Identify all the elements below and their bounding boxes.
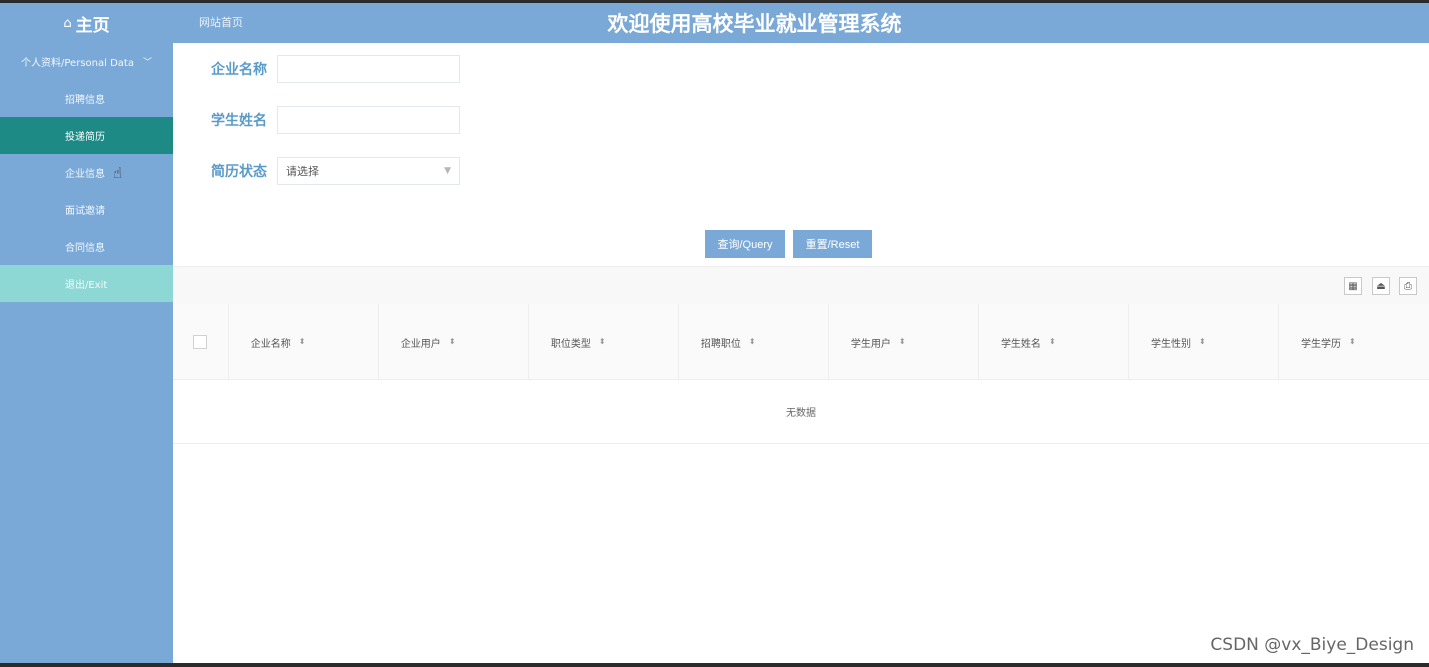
column-label: 企业用户 bbox=[400, 338, 441, 350]
sidebar-item-label: 面试邀请 bbox=[65, 206, 105, 217]
column-label: 企业名称 bbox=[250, 338, 291, 350]
sort-icon: ⬍ bbox=[448, 337, 456, 346]
sidebar-item-contract-info[interactable]: 合同信息 bbox=[0, 228, 173, 265]
sort-icon: ⬍ bbox=[598, 337, 606, 346]
top-header: ⌂ 主页 网站首页 欢迎使用高校毕业就业管理系统 bbox=[0, 3, 1429, 43]
company-name-label: 企业名称 bbox=[211, 62, 267, 78]
table-empty-row: 无数据 bbox=[173, 380, 1429, 444]
sort-icon: ⬍ bbox=[748, 337, 756, 346]
sidebar-item-label: 投递简历 bbox=[65, 132, 105, 143]
sidebar-item-interview-invitation[interactable]: 面试邀请 bbox=[0, 191, 173, 228]
column-header-company-user[interactable]: 企业用户 ⬍ bbox=[379, 304, 529, 380]
sort-icon: ⬍ bbox=[1198, 337, 1206, 346]
dropdown-arrow-icon: ▼ bbox=[444, 166, 451, 176]
select-all-checkbox[interactable] bbox=[193, 335, 208, 349]
sidebar-item-recruitment-info[interactable]: 招聘信息 bbox=[0, 80, 173, 117]
sidebar-item-label: 合同信息 bbox=[65, 243, 105, 254]
sidebar-item-label: 退出/Exit bbox=[65, 280, 108, 291]
resume-status-value: 请选择 bbox=[286, 165, 319, 178]
home-icon: ⌂ bbox=[63, 15, 72, 31]
sidebar: 个人资料/Personal Data ﹀ 招聘信息 投递简历 企业信息 ☝ 面试… bbox=[0, 43, 173, 663]
column-header-position-type[interactable]: 职位类型 ⬍ bbox=[529, 304, 679, 380]
column-label: 学生学历 bbox=[1301, 338, 1341, 350]
app-window: ⌂ 主页 网站首页 欢迎使用高校毕业就业管理系统 个人资料/Personal D… bbox=[0, 3, 1429, 663]
column-header-student-user[interactable]: 学生用户 ⬍ bbox=[829, 304, 979, 380]
company-name-row: 企业名称 bbox=[211, 55, 460, 83]
column-label: 学生姓名 bbox=[1000, 338, 1041, 350]
export-icon[interactable]: ⏏ bbox=[1372, 277, 1390, 295]
sort-icon: ⬍ bbox=[1349, 337, 1356, 346]
watermark: CSDN @vx_Biye_Design bbox=[1210, 635, 1414, 655]
sidebar-item-company-info[interactable]: 企业信息 ☝ bbox=[0, 154, 173, 191]
query-button[interactable]: 查询/Query bbox=[705, 230, 785, 258]
reset-button[interactable]: 重置/Reset bbox=[793, 230, 872, 258]
select-all-cell bbox=[173, 304, 229, 380]
sort-icon: ⬍ bbox=[298, 337, 306, 346]
home-label: 主页 bbox=[75, 15, 110, 36]
chevron-down-icon: ﹀ bbox=[142, 58, 152, 68]
column-label: 学生用户 bbox=[850, 338, 891, 350]
sidebar-item-submit-resume[interactable]: 投递简历 bbox=[0, 117, 173, 154]
sort-icon: ⬍ bbox=[1048, 337, 1056, 346]
sidebar-item-exit[interactable]: 退出/Exit bbox=[0, 265, 173, 302]
print-icon[interactable]: ⎙ bbox=[1399, 277, 1417, 295]
sidebar-group-label: 个人资料/Personal Data bbox=[21, 58, 134, 69]
student-name-row: 学生姓名 bbox=[211, 106, 460, 134]
sidebar-group-personal-data[interactable]: 个人资料/Personal Data ﹀ bbox=[0, 43, 173, 80]
sidebar-item-label: 企业信息 bbox=[65, 169, 105, 180]
hand-cursor-icon: ☝ bbox=[113, 163, 123, 182]
resume-status-row: 简历状态 请选择 ▼ bbox=[211, 157, 460, 185]
column-label: 职位类型 bbox=[550, 338, 591, 350]
sort-icon: ⬍ bbox=[898, 337, 906, 346]
resume-status-select[interactable]: 请选择 ▼ bbox=[277, 157, 460, 185]
table-toolbar: ▦ ⏏ ⎙ bbox=[173, 266, 1429, 304]
resume-status-label: 简历状态 bbox=[211, 164, 267, 180]
column-label: 学生性别 bbox=[1150, 338, 1191, 350]
empty-text: 无数据 bbox=[786, 408, 816, 419]
main-content: 企业名称 学生姓名 简历状态 请选择 ▼ 查询/Query 重置/Reset ▦… bbox=[173, 43, 1429, 663]
student-name-label: 学生姓名 bbox=[211, 113, 267, 129]
home-link[interactable]: ⌂ 主页 bbox=[0, 3, 173, 43]
column-header-student-gender[interactable]: 学生性别 ⬍ bbox=[1129, 304, 1279, 380]
column-header-company-name[interactable]: 企业名称 ⬍ bbox=[229, 304, 379, 380]
column-label: 招聘职位 bbox=[700, 338, 741, 350]
site-home-link[interactable]: 网站首页 bbox=[199, 3, 243, 43]
sidebar-item-label: 招聘信息 bbox=[65, 95, 105, 106]
column-header-job-position[interactable]: 招聘职位 ⬍ bbox=[679, 304, 829, 380]
column-header-student-name[interactable]: 学生姓名 ⬍ bbox=[979, 304, 1129, 380]
column-header-student-education[interactable]: 学生学历 ⬍ bbox=[1279, 304, 1429, 380]
table-header: 企业名称 ⬍ 企业用户 ⬍ 职位类型 ⬍ 招聘职位 ⬍ 学生用户 ⬍ 学生姓名 … bbox=[173, 304, 1429, 380]
student-name-input[interactable] bbox=[277, 106, 460, 134]
company-name-input[interactable] bbox=[277, 55, 460, 83]
columns-icon[interactable]: ▦ bbox=[1344, 277, 1362, 295]
